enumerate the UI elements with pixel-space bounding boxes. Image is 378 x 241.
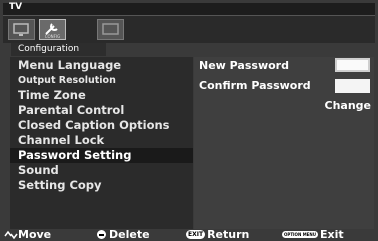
menu-item-sound[interactable]: Sound xyxy=(10,163,193,178)
up-down-arrows-icon xyxy=(4,230,18,239)
exit-label: Exit xyxy=(320,228,344,241)
tab-config[interactable]: CONFIG xyxy=(39,19,66,40)
password-panel: New Password Confirm Password Change xyxy=(194,57,374,229)
new-password-label: New Password xyxy=(199,59,289,72)
section-title: Configuration xyxy=(11,43,106,56)
tab-bar: CONFIG xyxy=(3,16,375,43)
move-label: Move xyxy=(18,228,52,241)
exit-key-icon: EXIT xyxy=(186,230,206,239)
change-button[interactable]: Change xyxy=(325,99,372,112)
return-label: Return xyxy=(207,228,250,241)
confirm-password-field[interactable] xyxy=(335,79,370,93)
menu-item-time-zone[interactable]: Time Zone xyxy=(10,88,193,103)
menu-item-parental-control[interactable]: Parental Control xyxy=(10,103,193,118)
return-hint: EXIT Return xyxy=(186,228,249,241)
menu-item-menu-language[interactable]: Menu Language xyxy=(10,58,193,73)
new-password-field[interactable] xyxy=(335,58,370,72)
settings-menu: Menu Language Output Resolution Time Zon… xyxy=(10,57,193,229)
footer-hints: Move Delete EXIT Return OPTION MENU Exit xyxy=(0,228,378,241)
tv-screen: TV CONFIG Configuration Menu Language Ou… xyxy=(0,0,378,241)
menu-item-setting-copy[interactable]: Setting Copy xyxy=(10,178,193,193)
option-menu-key-icon: OPTION MENU xyxy=(282,231,318,238)
window-title: TV xyxy=(9,2,23,12)
menu-item-output-resolution[interactable]: Output Resolution xyxy=(10,73,193,88)
delete-hint: Delete xyxy=(97,228,150,241)
menu-item-channel-lock[interactable]: Channel Lock xyxy=(10,133,193,148)
tab-screen[interactable] xyxy=(97,19,124,40)
tab-config-caption: CONFIG xyxy=(44,34,61,39)
tab-monitor[interactable] xyxy=(8,19,35,40)
monitor-icon xyxy=(13,23,29,36)
exit-hint: OPTION MENU Exit xyxy=(282,228,344,241)
delete-label: Delete xyxy=(109,228,150,241)
screen-icon xyxy=(102,23,119,35)
confirm-password-label: Confirm Password xyxy=(199,79,311,92)
menu-item-closed-caption-options[interactable]: Closed Caption Options xyxy=(10,118,193,133)
delete-button-icon xyxy=(97,230,106,239)
menu-item-password-setting[interactable]: Password Setting xyxy=(10,148,193,163)
title-bar: TV xyxy=(3,2,375,16)
move-hint: Move xyxy=(4,228,51,241)
